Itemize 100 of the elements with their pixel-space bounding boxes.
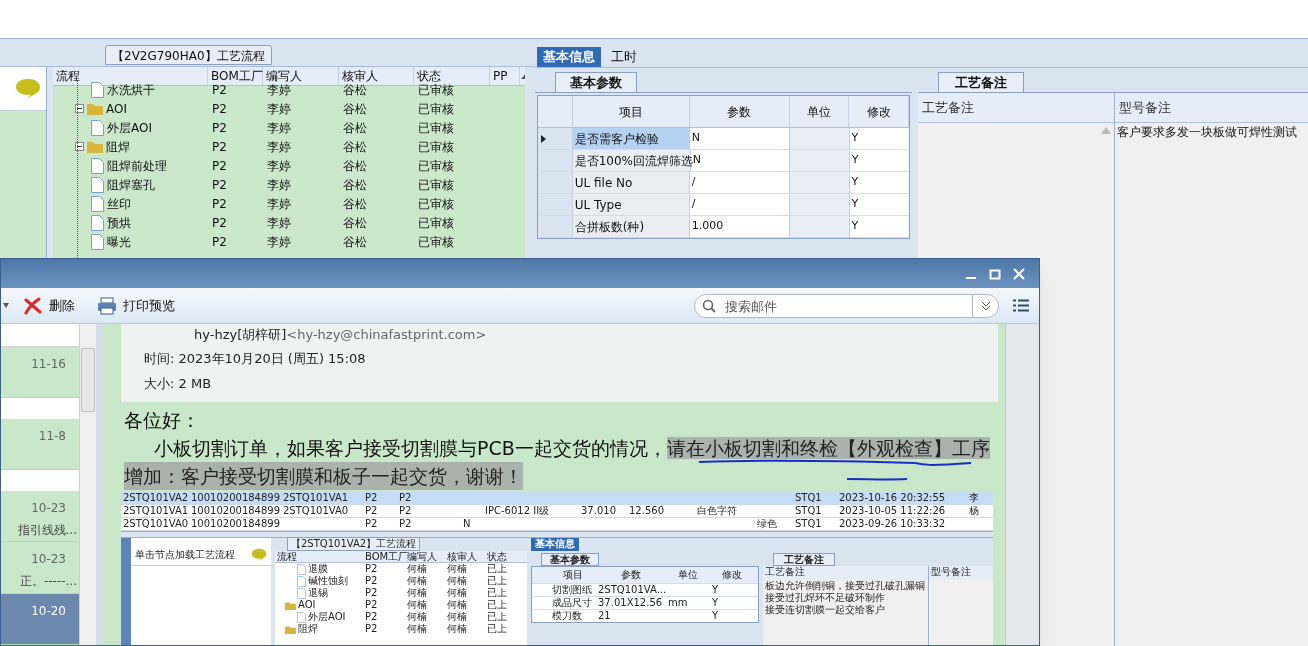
notes-tab[interactable]: 工艺备注 [938, 72, 1024, 92]
step-name[interactable]: 外层AOI [308, 611, 346, 623]
step-name[interactable]: 阻焊 [298, 623, 318, 635]
table-cell-text: 谷松 [342, 233, 368, 251]
column-header[interactable]: 修改 [710, 569, 754, 581]
table-cell-text: 已审核 [417, 176, 455, 194]
table-cell-text: 何楠 [406, 563, 428, 575]
step-name[interactable]: 曝光 [107, 232, 131, 251]
column-header[interactable]: 状态 [414, 67, 490, 85]
column-header[interactable]: 核审人 [339, 67, 414, 85]
column-header[interactable]: 核审人 [445, 550, 485, 563]
mail-list-item[interactable]: 10-23 指引线残... [1, 490, 79, 543]
column-header[interactable]: 编写人 [405, 550, 445, 563]
splitter-bar[interactable] [121, 531, 993, 538]
table-cell-text: 37.01X12.56 [597, 597, 664, 609]
table-cell: 白色字符 [697, 505, 737, 516]
attachment-table-row[interactable]: 2STQ101VA1 10010200184899 2STQ101VA0 P2 P2 IPC-6012 II级 37.010 12.560 白色字符 STQ1 2023-10-05 11:22:26 杨 [121, 505, 993, 518]
table-cell: 2023-09-26 10:33:32 [839, 518, 946, 529]
column-header[interactable]: 项目 [550, 569, 596, 581]
column-header[interactable]: 状态 [485, 550, 525, 563]
mail-size: 大小: 2 MB [144, 375, 213, 394]
mail-list-item[interactable]: 11-8 [1, 418, 79, 471]
table-cell-text: 李婷 [266, 138, 292, 156]
table-cell: N [463, 518, 471, 529]
step-name[interactable]: 碱性蚀刻 [308, 575, 348, 587]
scrollbar-thumb[interactable] [81, 348, 95, 412]
column-header[interactable]: 项目 [572, 96, 690, 127]
column-header[interactable]: PP [490, 67, 520, 85]
table-cell-text: 谷松 [342, 100, 368, 118]
step-name[interactable]: 阻焊 [106, 137, 130, 156]
table-cell-text: P2 [211, 157, 228, 175]
info-tab[interactable]: 基本信息 [537, 47, 601, 67]
column-header[interactable]: 工艺备注 [918, 93, 1114, 123]
folder-icon [285, 600, 296, 610]
table-cell-text: 何楠 [406, 575, 428, 587]
printer-icon [97, 296, 117, 315]
sender-address[interactable]: <hy-hzy@chinafastprint.com> [286, 325, 487, 345]
document-icon [91, 119, 104, 136]
speech-bubble-icon[interactable] [15, 77, 41, 100]
search-field[interactable]: 搜索邮件 [694, 294, 999, 318]
speech-bubble-icon[interactable] [251, 547, 267, 562]
table-cell-text: 何楠 [446, 623, 468, 635]
column-header[interactable]: 单位 [666, 569, 710, 581]
table-cell [790, 216, 850, 237]
table-cell: 10010200184899 [191, 518, 281, 529]
column-header[interactable]: 工艺备注 [763, 566, 928, 580]
mail-list-item[interactable]: 10-23 正。-----... [1, 542, 79, 594]
maximize-icon[interactable] [989, 267, 1001, 280]
sender-name: hy-hzy[胡梓研] [194, 326, 287, 345]
column-header[interactable]: 编写人 [263, 67, 339, 85]
mail-list-item[interactable]: 10-20 [1, 593, 79, 645]
table-cell-text: 何楠 [406, 599, 428, 611]
column-header[interactable]: BOM工厂 [208, 67, 263, 85]
notes-tab[interactable]: 工艺备注 [773, 553, 835, 566]
step-name[interactable]: AOI [298, 599, 316, 611]
close-icon[interactable] [1013, 267, 1025, 280]
column-header[interactable]: 流程 [275, 550, 363, 563]
table-cell: 2023-10-05 11:22:26 [839, 505, 946, 516]
mail-list-item[interactable]: 11-16 [1, 346, 79, 399]
column-header[interactable]: 单位 [789, 96, 850, 127]
table-cell: P2 [365, 505, 378, 516]
table-cell-text: 成品尺寸 [551, 597, 593, 609]
table-cell: 37.010 [581, 505, 616, 516]
delete-button[interactable]: 删除 [23, 295, 75, 316]
collapse-toggle-icon[interactable] [75, 104, 84, 113]
step-name[interactable]: 退膜 [308, 563, 328, 575]
column-header[interactable]: 型号备注 [1115, 93, 1308, 123]
collapse-toggle-icon[interactable] [75, 142, 84, 151]
column-header[interactable]: 参数 [596, 569, 666, 581]
print-preview-button[interactable]: 打印预览 [97, 295, 175, 316]
menu-icon[interactable] [1013, 299, 1029, 312]
step-name[interactable]: AOI [106, 99, 127, 118]
table-cell-text: P2 [211, 119, 228, 137]
column-header[interactable]: 参数 [689, 96, 790, 127]
document-icon [297, 575, 306, 587]
panel-title-tab[interactable]: 【2V2G790HA0】工艺流程 [105, 45, 272, 65]
info-tab[interactable]: 基本信息 [531, 538, 579, 551]
row-indicator[interactable] [538, 128, 573, 149]
step-name[interactable]: 退锡 [308, 587, 328, 599]
document-icon [297, 587, 306, 599]
dropdown-caret-icon[interactable] [3, 303, 9, 308]
table-cell: / [689, 194, 790, 215]
step-name[interactable]: 阻焊前处理 [107, 156, 167, 175]
params-tab[interactable]: 基本参数 [541, 553, 599, 566]
attachment-table-row[interactable]: 2STQ101VA0 10010200184899 P2 P2 N 绿色 STQ1 2023-09-26 10:33:32 [121, 518, 993, 531]
step-name[interactable]: 外层AOI [107, 118, 152, 137]
document-icon [91, 195, 104, 212]
params-tab[interactable]: 基本参数 [555, 72, 637, 92]
column-header[interactable]: 修改 [849, 96, 909, 127]
step-name[interactable]: 预烘 [107, 213, 131, 232]
info-tab[interactable]: 工时 [605, 47, 643, 67]
table-cell-text: 李婷 [266, 233, 292, 251]
table-cell: 10010200184899 [191, 505, 281, 516]
attachment-table-row[interactable]: 2STQ101VA2 10010200184899 2STQ101VA1 P2 P2 STQ1 2023-10-16 20:32:55 李 [121, 492, 993, 505]
step-name[interactable]: 阻焊塞孔 [107, 175, 155, 194]
table-cell-text: 切割图纸 [551, 584, 593, 596]
panel-title-tab[interactable]: 【2STQ101VA2】工艺流程 [287, 537, 421, 551]
column-header[interactable]: 型号备注 [929, 566, 993, 580]
step-name[interactable]: 丝印 [107, 194, 131, 213]
scrollbar-track[interactable] [1005, 324, 1039, 645]
